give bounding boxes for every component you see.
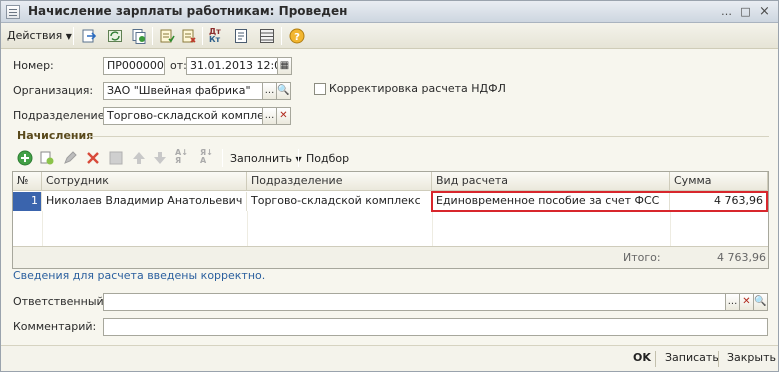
responsible-label: Ответственный: [13,295,108,308]
toolbar-divider [73,27,74,45]
bottom-divider [655,351,656,367]
structure-icon[interactable] [259,28,275,44]
number-field[interactable]: ПР0000000 [103,57,165,75]
clear-icon[interactable]: ✕ [739,293,754,311]
organization-field[interactable]: ЗАО "Швейная фабрика" [103,82,263,100]
column-header-employee[interactable]: Сотрудник [42,172,247,191]
window-title: Начисление зарплаты работникам: Проведен [28,4,348,18]
post-document-icon[interactable] [159,28,175,44]
department-field[interactable]: Торгово-складской комплекс [103,107,263,125]
move-down-icon[interactable] [152,150,168,166]
select-ellipsis-icon[interactable]: ... [725,293,740,311]
toolbar-divider [202,27,203,45]
sort-ascending-icon[interactable]: А↓ Я [175,149,191,167]
accruals-table: № Сотрудник Подразделение Вид расчета Су… [12,171,769,269]
column-header-department[interactable]: Подразделение [247,172,432,191]
column-line [42,211,43,246]
toolbar: Действия ▼ Дт Кт ? [1,23,778,49]
document-window: Начисление зарплаты работникам: Проведен… [0,0,779,372]
debit-credit-icon[interactable]: Дт Кт [209,28,225,44]
total-label: Итого: [623,251,661,264]
department-label: Подразделение: [13,109,109,122]
save-button[interactable]: Записать [665,351,719,364]
edit-row-icon[interactable] [62,150,78,166]
document-icon [6,5,20,19]
select-ellipsis-icon[interactable]: ... [262,82,277,100]
toolbar-divider [281,27,282,45]
section-divider [89,136,769,137]
refresh-icon[interactable] [107,28,123,44]
toolbar-divider [298,149,299,167]
post-and-close-icon[interactable] [81,28,97,44]
end-edit-icon[interactable] [108,150,124,166]
comment-label: Комментарий: [13,320,97,333]
help-icon[interactable]: ? [289,28,305,44]
column-header-number[interactable]: № [13,172,42,191]
open-search-icon[interactable]: 🔍 [276,82,291,100]
ndfl-correction-label: Корректировка расчета НДФЛ [329,82,506,95]
add-row-icon[interactable] [17,150,33,166]
total-value: 4 763,96 [717,251,766,264]
actions-label: Действия [7,29,63,42]
toolbar-divider [222,149,223,167]
responsible-field[interactable] [103,293,726,311]
copy-document-icon[interactable] [131,28,147,44]
close-button[interactable]: Закрыть [727,351,776,364]
highlight-box [431,191,768,212]
actions-menu-button[interactable]: Действия ▼ [7,29,72,42]
select-ellipsis-icon[interactable]: ... [262,107,277,125]
pick-button[interactable]: Подбор [306,152,349,165]
column-line [432,211,433,246]
employee-cell[interactable]: Николаев Владимир Анатольевич [42,192,247,211]
table-footer: Итого: 4 763,96 [13,246,768,268]
ok-button[interactable]: OK [633,351,651,364]
title-bar: Начисление зарплаты работникам: Проведен… [1,1,778,23]
calendar-icon[interactable]: ▦ [277,57,292,75]
copy-row-icon[interactable] [39,150,55,166]
svg-text:?: ? [294,32,300,43]
row-number-cell[interactable]: 1 [13,192,41,211]
fill-label: Заполнить [230,152,292,165]
organization-label: Организация: [13,84,94,97]
clear-icon[interactable]: ✕ [276,107,291,125]
date-field[interactable]: 31.01.2013 12:00: [186,57,278,75]
column-line [670,211,671,246]
column-line [247,211,248,246]
ndfl-correction-checkbox[interactable] [314,83,326,95]
unpost-document-icon[interactable] [181,28,197,44]
column-header-calc-type[interactable]: Вид расчета [432,172,670,191]
accruals-section-title: Начисления [17,129,94,142]
maximize-icon[interactable]: □ [738,5,753,19]
bottom-divider [718,351,719,367]
column-header-amount[interactable]: Сумма [670,172,768,191]
report-icon[interactable] [233,28,249,44]
table-row[interactable]: 1 [13,192,42,211]
delete-row-icon[interactable] [85,150,101,166]
status-note: Сведения для расчета введены корректно. [13,269,266,282]
department-cell[interactable]: Торгово-складской комплекс [247,192,432,211]
toolbar-divider [152,27,153,45]
bottom-bar: OK Записать Закрыть [1,345,778,371]
comment-field[interactable] [103,318,768,336]
fill-menu-button[interactable]: Заполнить ▼ [230,152,302,165]
menu-icon[interactable]: … [719,5,734,19]
open-search-icon[interactable]: 🔍 [753,293,768,311]
number-label: Номер: [13,59,54,72]
date-label: от: [170,59,187,72]
close-icon[interactable]: × [757,5,772,19]
move-up-icon[interactable] [131,150,147,166]
sort-descending-icon[interactable]: Я↓ А [200,149,216,167]
chevron-down-icon: ▼ [65,32,72,41]
